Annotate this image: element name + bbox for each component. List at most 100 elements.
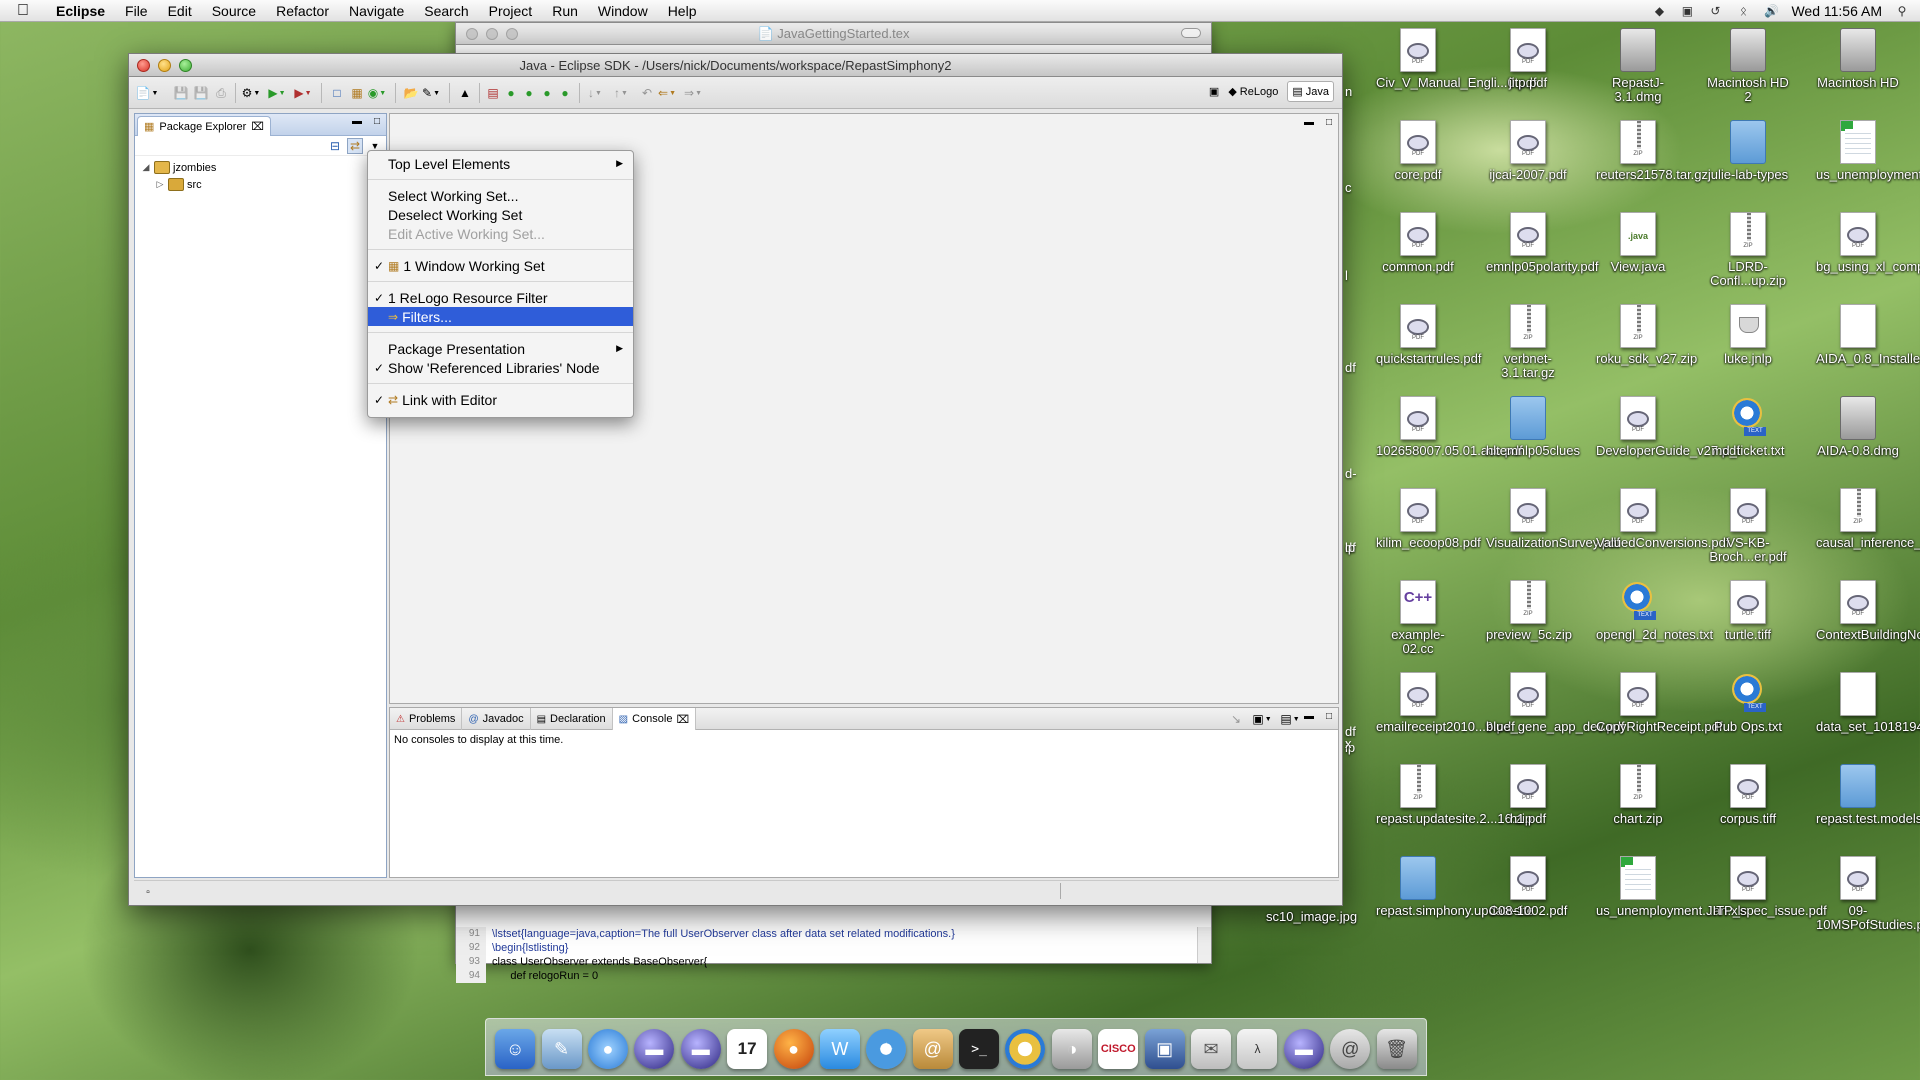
desktop-icon-xls[interactable]: us_unemployment...an.xls <box>1596 856 1747 918</box>
desktop-icon-xls[interactable]: us_unemployment.xls <box>1816 120 1920 182</box>
desktop-icon-jnlp[interactable]: luke.jnlp <box>1706 304 1790 366</box>
menu-item-filters[interactable]: ⇒ Filters... <box>368 307 633 326</box>
desktop-icon-image[interactable]: sc10_image.jpg <box>1266 910 1357 924</box>
link-with-editor-icon[interactable]: ⇄ <box>347 138 363 154</box>
desktop-icon-pdf[interactable]: PDF h1.pdf <box>1486 764 1570 826</box>
trash-icon[interactable]: 🗑 <box>1376 1029 1417 1069</box>
tab-console[interactable]: ▧ Console ⌧ <box>612 708 697 730</box>
desktop-icon-disk[interactable]: AIDA-0.8.dmg <box>1816 396 1900 458</box>
relogo-wizard-icon[interactable]: ▤ <box>485 85 501 101</box>
desktop-icon-pdf[interactable]: PDF bg_using_xl_compilers.pdf <box>1816 212 1920 274</box>
relogo-turtle-icon[interactable]: ▲ <box>457 85 473 101</box>
preview-icon[interactable]: ✎ <box>541 1029 582 1069</box>
clock[interactable]: Wed 11:56 AM <box>1791 3 1882 19</box>
open-console-icon[interactable]: ▤ ▼ <box>1280 711 1299 727</box>
vertical-scrollbar[interactable] <box>1197 927 1211 963</box>
tab-javadoc[interactable]: @ Javadoc <box>462 708 531 730</box>
desktop-icon-zip[interactable]: ZIP roku_sdk_v27.zip <box>1596 304 1697 366</box>
menu-item-select-working-set[interactable]: Select Working Set... <box>368 186 633 205</box>
apple-menu-icon[interactable]:  <box>0 2 46 20</box>
menu-help[interactable]: Help <box>658 0 707 22</box>
desktop-icon-pdf[interactable]: PDF emailreceipt2010...9.pdf <box>1376 672 1515 734</box>
menu-app[interactable]: Eclipse <box>46 0 115 22</box>
zoom-button[interactable] <box>506 28 518 40</box>
menu-run[interactable]: Run <box>542 0 588 22</box>
zoom-button[interactable] <box>179 59 192 72</box>
vmware-icon[interactable]: ▣ <box>1144 1029 1185 1069</box>
menu-item-package-presentation[interactable]: Package Presentation ▶ <box>368 339 633 358</box>
new-package-icon[interactable]: ▦ <box>349 85 365 101</box>
code-text[interactable]: \begin{lstlisting} <box>486 941 568 955</box>
word-icon[interactable]: W <box>819 1029 860 1069</box>
ichat-icon[interactable]: ● <box>587 1029 628 1069</box>
eclipse-icon[interactable]: ▬ <box>680 1029 721 1069</box>
fast-view-icon[interactable]: ▫ <box>140 884 156 900</box>
maximize-view-icon[interactable]: □ <box>374 117 380 127</box>
menu-item-show-referenced-libraries[interactable]: ✓ Show 'Referenced Libraries' Node <box>368 358 633 377</box>
tree-item-jzombies[interactable]: ◢ jzombies <box>141 159 386 176</box>
eclipse-icon[interactable]: ▬ <box>634 1029 675 1069</box>
menu-item-top-level-elements[interactable]: Top Level Elements ▶ <box>368 154 633 173</box>
terminal-icon[interactable]: >_ <box>959 1029 1000 1069</box>
desktop-icon-txt[interactable]: TEXT md_ticket.txt <box>1706 396 1790 458</box>
menu-item-window-working-set[interactable]: ✓ ▦ 1 Window Working Set <box>368 256 633 275</box>
desktop-icon-cpp[interactable]: C++ example-02.cc <box>1376 580 1460 656</box>
desktop-icon-folder[interactable]: repast.simphony.updatesite <box>1376 856 1534 918</box>
tab-package-explorer[interactable]: ▦ Package Explorer ⌧ <box>137 116 271 136</box>
desktop-icon-txt[interactable]: TEXT Pub Ops.txt <box>1706 672 1790 734</box>
desktop-icon-pdf[interactable]: PDF common.pdf <box>1376 212 1460 274</box>
menu-file[interactable]: File <box>115 0 158 22</box>
new-class-icon[interactable]: ◉ ▼ <box>368 85 386 101</box>
desktop-icon-blank[interactable]: data_set_1018194.csv <box>1816 672 1920 734</box>
desktop-icon-zip[interactable]: ZIP verbnet-3.1.tar.gz <box>1486 304 1570 380</box>
desktop-icon-disk[interactable]: RepastJ-3.1.dmg <box>1596 28 1680 104</box>
tab-declaration[interactable]: ▤ Declaration <box>531 708 613 730</box>
menu-project[interactable]: Project <box>479 0 543 22</box>
desktop-icon-pdf[interactable]: PDF ContextBuildingNotes.pdf <box>1816 580 1920 642</box>
desktop-icon-pdf[interactable]: PDF VS-KB-Broch...er.pdf <box>1706 488 1790 564</box>
mail-icon[interactable]: @ <box>1330 1029 1371 1069</box>
textmate-icon[interactable] <box>1005 1029 1046 1069</box>
external-tools-icon[interactable]: ▶ ▼ <box>294 85 311 101</box>
desktop-icon-pdf[interactable]: PDF DeveloperGuide_v27.pdf <box>1596 396 1740 458</box>
menu-source[interactable]: Source <box>202 0 266 22</box>
desktop-icon-java[interactable]: .java View.java <box>1596 212 1680 274</box>
desktop-icon-folder[interactable]: hltemnlp05clues <box>1486 396 1580 458</box>
menu-navigate[interactable]: Navigate <box>339 0 414 22</box>
new-icon[interactable]: 📄 ▼ <box>136 85 159 101</box>
time-machine-icon[interactable]: ↺ <box>1707 4 1723 18</box>
desktop-icon-pdf[interactable]: PDF core.pdf <box>1376 120 1460 182</box>
maximize-editor-icon[interactable]: □ <box>1326 118 1332 128</box>
desktop-icon-pdf[interactable]: PDF CopyRightReceipt.pdf <box>1596 672 1722 734</box>
toolbar-toggle-button[interactable] <box>1181 28 1201 38</box>
code-text[interactable]: class UserObserver extends BaseObserver{ <box>486 955 707 969</box>
collapsed-triangle-icon[interactable]: ▷ <box>155 179 165 190</box>
tree-item-src[interactable]: ▷ src <box>141 176 386 193</box>
dropbox-icon[interactable]: ◆ <box>1651 4 1667 18</box>
next-annotation-icon[interactable]: ↓ ▼ <box>587 85 603 101</box>
finder-icon[interactable]: ☺ <box>495 1029 536 1069</box>
desktop-icon-zip[interactable]: ZIP reuters21578.tar.gz <box>1596 120 1708 182</box>
relogo-turtle-class-icon[interactable]: ● <box>521 85 537 101</box>
collapse-all-icon[interactable]: ⊟ <box>327 138 343 154</box>
close-tab-icon[interactable]: ⌧ <box>251 120 264 133</box>
desktop-icon-blank[interactable]: AIDA_0.8_Installer.exe <box>1816 304 1920 366</box>
adium-icon[interactable]: ◑ <box>1051 1029 1092 1069</box>
close-button[interactable] <box>137 59 150 72</box>
desktop-icon-pdf[interactable]: PDF kilim_ecoop08.pdf <box>1376 488 1481 550</box>
ical-icon[interactable]: 17 <box>727 1029 768 1069</box>
desktop-icon-pdf[interactable]: PDF corpus.tiff <box>1706 764 1790 826</box>
desktop-icon-folder[interactable]: julie-lab-types <box>1706 120 1790 182</box>
desktop-icon-pdf[interactable]: PDF JITP_spec_issue.pdf <box>1706 856 1827 918</box>
desktop-icon-pdf[interactable]: PDF ValuedConversions.pdf <box>1596 488 1729 550</box>
latex-icon[interactable]: λ <box>1237 1029 1278 1069</box>
debug-icon[interactable]: ⚙ ▼ <box>242 85 261 101</box>
menu-window[interactable]: Window <box>588 0 658 22</box>
display-console-icon[interactable]: ▣ ▼ <box>1252 711 1271 727</box>
desktop-icon-folder[interactable]: repast.test.models <box>1816 764 1920 826</box>
menu-search[interactable]: Search <box>414 0 478 22</box>
menu-item-deselect-working-set[interactable]: Deselect Working Set <box>368 205 633 224</box>
desktop-icon-disk[interactable]: Macintosh HD 2 <box>1706 28 1790 104</box>
bluetooth-icon[interactable]: ᛟ <box>1735 4 1751 18</box>
pin-console-icon[interactable]: ↘ <box>1228 711 1244 727</box>
